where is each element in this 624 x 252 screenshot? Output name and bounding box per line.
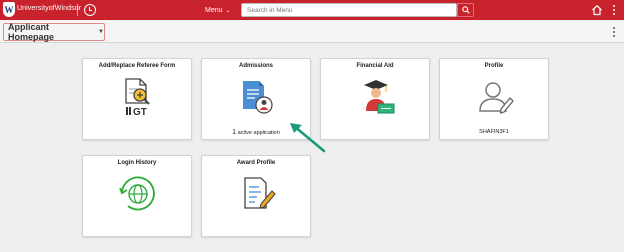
annotation-arrow-icon <box>290 123 326 153</box>
profile-user-id: SHAFIN3F1 <box>479 129 509 135</box>
tile-title: Login History <box>117 160 157 166</box>
top-banner: W UniversityofWindsor Menu ⌄ <box>0 0 624 20</box>
university-logo-icon[interactable]: W <box>3 2 15 17</box>
menu-search-input[interactable] <box>241 3 457 17</box>
more-vertical-icon[interactable] <box>611 26 617 38</box>
tile-profile[interactable]: Profile SHAFIN3F1 <box>439 58 549 140</box>
graduate-money-icon <box>364 80 395 114</box>
home-icon[interactable] <box>591 4 603 16</box>
university-logo-text[interactable]: UniversityofWindsor <box>17 5 81 12</box>
chevron-down-icon: ▼ <box>98 29 104 35</box>
svg-text:GT: GT <box>133 107 147 117</box>
globe-refresh-icon <box>119 176 155 211</box>
user-edit-icon <box>479 82 514 114</box>
tile-login-history[interactable]: Login History <box>82 155 192 237</box>
menu-label: Menu <box>205 6 223 14</box>
more-vertical-icon[interactable] <box>611 4 617 16</box>
banner-divider <box>77 4 78 16</box>
tile-financial-aid[interactable]: Financial Aid <box>320 58 430 140</box>
active-application-label: active application <box>237 130 280 136</box>
page-header: Applicant Homepage ▼ <box>0 21 624 43</box>
tile-award-profile[interactable]: Award Profile <box>201 155 311 237</box>
tile-title: Financial Aid <box>356 63 394 69</box>
tile-title: Add/Replace Referee Form <box>98 63 176 69</box>
active-application-count: 1 <box>232 129 237 136</box>
search-button[interactable] <box>457 3 474 17</box>
search-icon <box>461 6 470 14</box>
tile-add-replace-referee-form[interactable]: Add/Replace Referee Form GT <box>82 58 192 140</box>
application-user-icon <box>243 81 273 114</box>
menu-button[interactable]: Menu ⌄ <box>205 4 241 16</box>
chevron-down-icon: ⌄ <box>225 7 231 14</box>
tile-title: Admissions <box>238 63 273 69</box>
document-magnify-gt-icon: GT <box>125 78 150 117</box>
homepage-selector[interactable]: Applicant Homepage ▼ <box>3 22 105 42</box>
history-icon[interactable] <box>84 4 96 16</box>
tile-title: Award Profile <box>236 160 276 166</box>
document-pencil-icon <box>244 177 276 209</box>
tile-title: Profile <box>484 63 504 69</box>
page-title: Applicant Homepage <box>8 22 55 42</box>
